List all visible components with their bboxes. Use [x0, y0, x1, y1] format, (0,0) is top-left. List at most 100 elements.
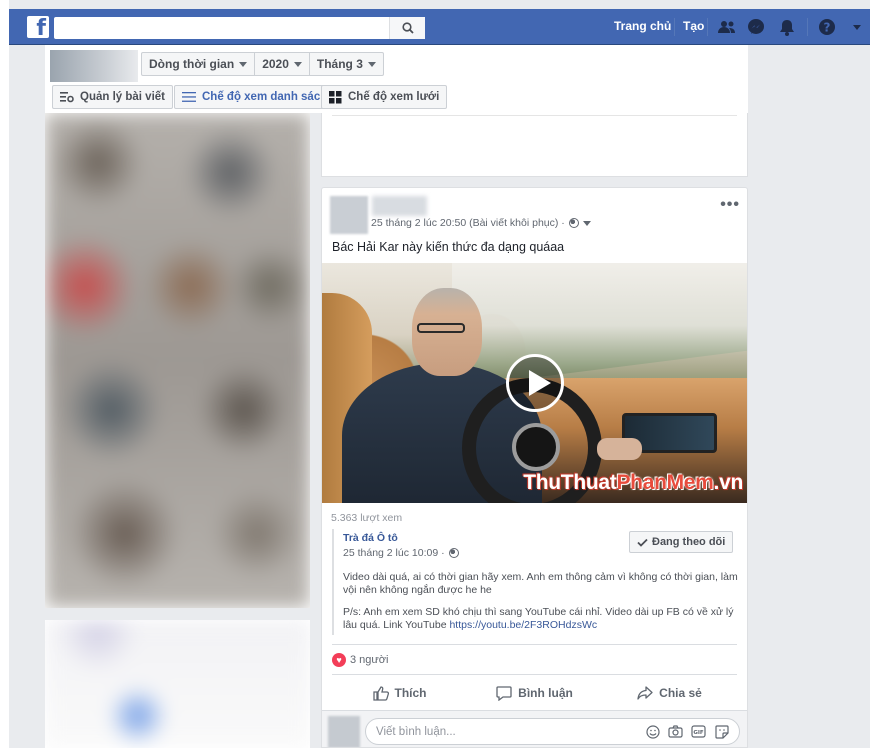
- gif-icon[interactable]: GIF: [691, 724, 706, 739]
- like-button[interactable]: Thích: [332, 678, 467, 708]
- chevron-down-icon: [239, 61, 248, 67]
- comment-composer: Viết bình luận... GIF: [322, 710, 747, 747]
- list-view-icon: [182, 92, 196, 102]
- comment-bubble-icon: [496, 685, 512, 701]
- nav-separator: [807, 18, 808, 36]
- manage-settings-icon: [60, 92, 74, 103]
- shared-post-time: 25 tháng 2 lúc 10:09 ·: [343, 547, 459, 559]
- grid-view-button[interactable]: Chế độ xem lưới: [321, 85, 448, 109]
- friend-requests-icon[interactable]: [717, 18, 737, 36]
- video-player[interactable]: ThuThuatPhanMem.vn: [322, 263, 747, 503]
- thumbs-up-icon: [372, 685, 389, 701]
- left-sidebar-photos-blurred: [45, 113, 310, 608]
- shared-post-attribution: Trà đá Ô tô 25 tháng 2 lúc 10:09 · Đang …: [332, 529, 739, 635]
- comment-label: Bình luận: [518, 686, 573, 700]
- account-menu-chevron-down-icon[interactable]: [847, 18, 867, 36]
- post-options-more-icon[interactable]: •••: [720, 196, 740, 214]
- divider: [332, 644, 737, 645]
- video-frame-windshield: [452, 263, 747, 388]
- watermark-part: ThuThuat: [523, 471, 617, 494]
- blurred-card-content: [45, 620, 310, 748]
- previous-post-card: [321, 113, 748, 177]
- blurred-photo-grid: [45, 113, 310, 608]
- following-label: Đang theo dõi: [652, 536, 726, 548]
- list-view-button[interactable]: Chế độ xem danh sách: [174, 85, 336, 109]
- love-reaction-icon: ♥: [332, 653, 346, 667]
- nav-create-link[interactable]: Tạo: [683, 19, 704, 33]
- chevron-down-icon[interactable]: [582, 220, 591, 226]
- filter-label: Tháng 3: [316, 57, 363, 71]
- post-author-avatar[interactable]: [330, 196, 368, 234]
- like-label: Thích: [394, 686, 427, 700]
- grid-view-icon: [329, 90, 342, 103]
- video-frame-glasses: [417, 323, 465, 333]
- window-edge: [0, 0, 9, 748]
- youtube-link[interactable]: https://youtu.be/2F3ROHdzsWc: [449, 619, 597, 631]
- divider: [332, 674, 737, 675]
- watermark-part: PhanMem: [616, 471, 714, 494]
- nav-separator: [707, 18, 708, 36]
- post-timestamp[interactable]: 25 tháng 2 lúc 20:50 (Bài viết khôi phục…: [371, 217, 565, 229]
- video-frame-wheel-hub: [512, 423, 560, 471]
- post-actions: Thích Bình luận Chia sẻ: [332, 678, 737, 708]
- filter-label: 2020: [262, 57, 289, 71]
- globe-privacy-icon[interactable]: [568, 218, 579, 228]
- sticker-icon[interactable]: [714, 724, 729, 739]
- comment-button[interactable]: Bình luận: [467, 678, 602, 708]
- timeline-header: Dòng thời gian 2020 Tháng 3 Quản lý bài …: [45, 45, 748, 113]
- help-question-icon[interactable]: ?: [817, 18, 837, 36]
- comment-placeholder: Viết bình luận...: [376, 726, 456, 738]
- comment-input[interactable]: Viết bình luận... GIF: [365, 718, 740, 745]
- emoji-icon[interactable]: [645, 724, 660, 739]
- logo-letter: f: [36, 16, 46, 41]
- profile-thumbnail-blurred[interactable]: [50, 50, 138, 82]
- manage-posts-label: Quản lý bài viết: [80, 91, 165, 103]
- search-icon: [401, 22, 414, 34]
- search-button[interactable]: [389, 17, 425, 39]
- comment-tools: GIF: [645, 724, 729, 739]
- list-view-label: Chế độ xem danh sách: [202, 91, 328, 103]
- view-count: 5.363 lượt xem: [331, 512, 403, 524]
- shared-page-name-link[interactable]: Trà đá Ô tô: [343, 532, 398, 544]
- grid-view-label: Chế độ xem lưới: [348, 91, 440, 103]
- commenter-avatar: [328, 716, 360, 747]
- globe-privacy-icon: [448, 548, 459, 558]
- post-meta: 25 tháng 2 lúc 20:50 (Bài viết khôi phục…: [371, 217, 591, 229]
- post-text: Bác Hải Kar này kiến thức đa dạng quáaa: [332, 240, 565, 254]
- filter-month-dropdown[interactable]: Tháng 3: [310, 53, 383, 75]
- chevron-down-icon: [293, 61, 302, 67]
- svg-text:?: ?: [824, 21, 831, 35]
- following-button[interactable]: Đang theo dõi: [629, 531, 734, 553]
- shared-description-ps: P/s: Anh em xem SD khó chịu thì sang You…: [343, 606, 738, 632]
- filter-label: Dòng thời gian: [149, 57, 235, 71]
- watermark: ThuThuatPhanMem.vn: [523, 471, 743, 495]
- chevron-down-icon: [367, 61, 376, 67]
- nav-separator: [674, 18, 675, 36]
- svg-text:GIF: GIF: [693, 730, 704, 736]
- timeline-filter-bar: Dòng thời gian 2020 Tháng 3: [141, 52, 384, 76]
- notifications-bell-icon[interactable]: [777, 18, 797, 36]
- shared-description: Video dài quá, ai có thời gian hãy xem. …: [343, 571, 738, 596]
- timeline-post: 25 tháng 2 lúc 20:50 (Bài viết khôi phục…: [321, 187, 748, 748]
- messenger-icon[interactable]: [746, 18, 766, 36]
- shared-timestamp[interactable]: 25 tháng 2 lúc 10:09 ·: [343, 547, 445, 559]
- facebook-logo[interactable]: f: [27, 16, 49, 41]
- search-input[interactable]: [54, 17, 424, 39]
- reactions-summary[interactable]: ♥ 3 người: [332, 653, 388, 667]
- left-sidebar-blurred-card: [45, 620, 310, 748]
- reactions-count: 3 người: [350, 654, 389, 666]
- nav-home-link[interactable]: Trang chủ: [614, 19, 671, 33]
- play-icon[interactable]: [506, 354, 564, 412]
- camera-icon[interactable]: [668, 724, 683, 739]
- divider: [332, 115, 737, 116]
- share-arrow-icon: [637, 686, 653, 700]
- filter-year-dropdown[interactable]: 2020: [255, 53, 310, 75]
- post-author-name-blurred[interactable]: [372, 196, 427, 216]
- share-button[interactable]: Chia sẻ: [602, 678, 737, 708]
- check-icon: [637, 538, 648, 547]
- share-label: Chia sẻ: [659, 686, 702, 700]
- filter-timeline-dropdown[interactable]: Dòng thời gian: [142, 53, 256, 75]
- manage-posts-button[interactable]: Quản lý bài viết: [52, 85, 173, 109]
- watermark-part: .vn: [713, 471, 744, 494]
- top-navigation-bar: f Trang chủ Tạo ?: [9, 9, 870, 45]
